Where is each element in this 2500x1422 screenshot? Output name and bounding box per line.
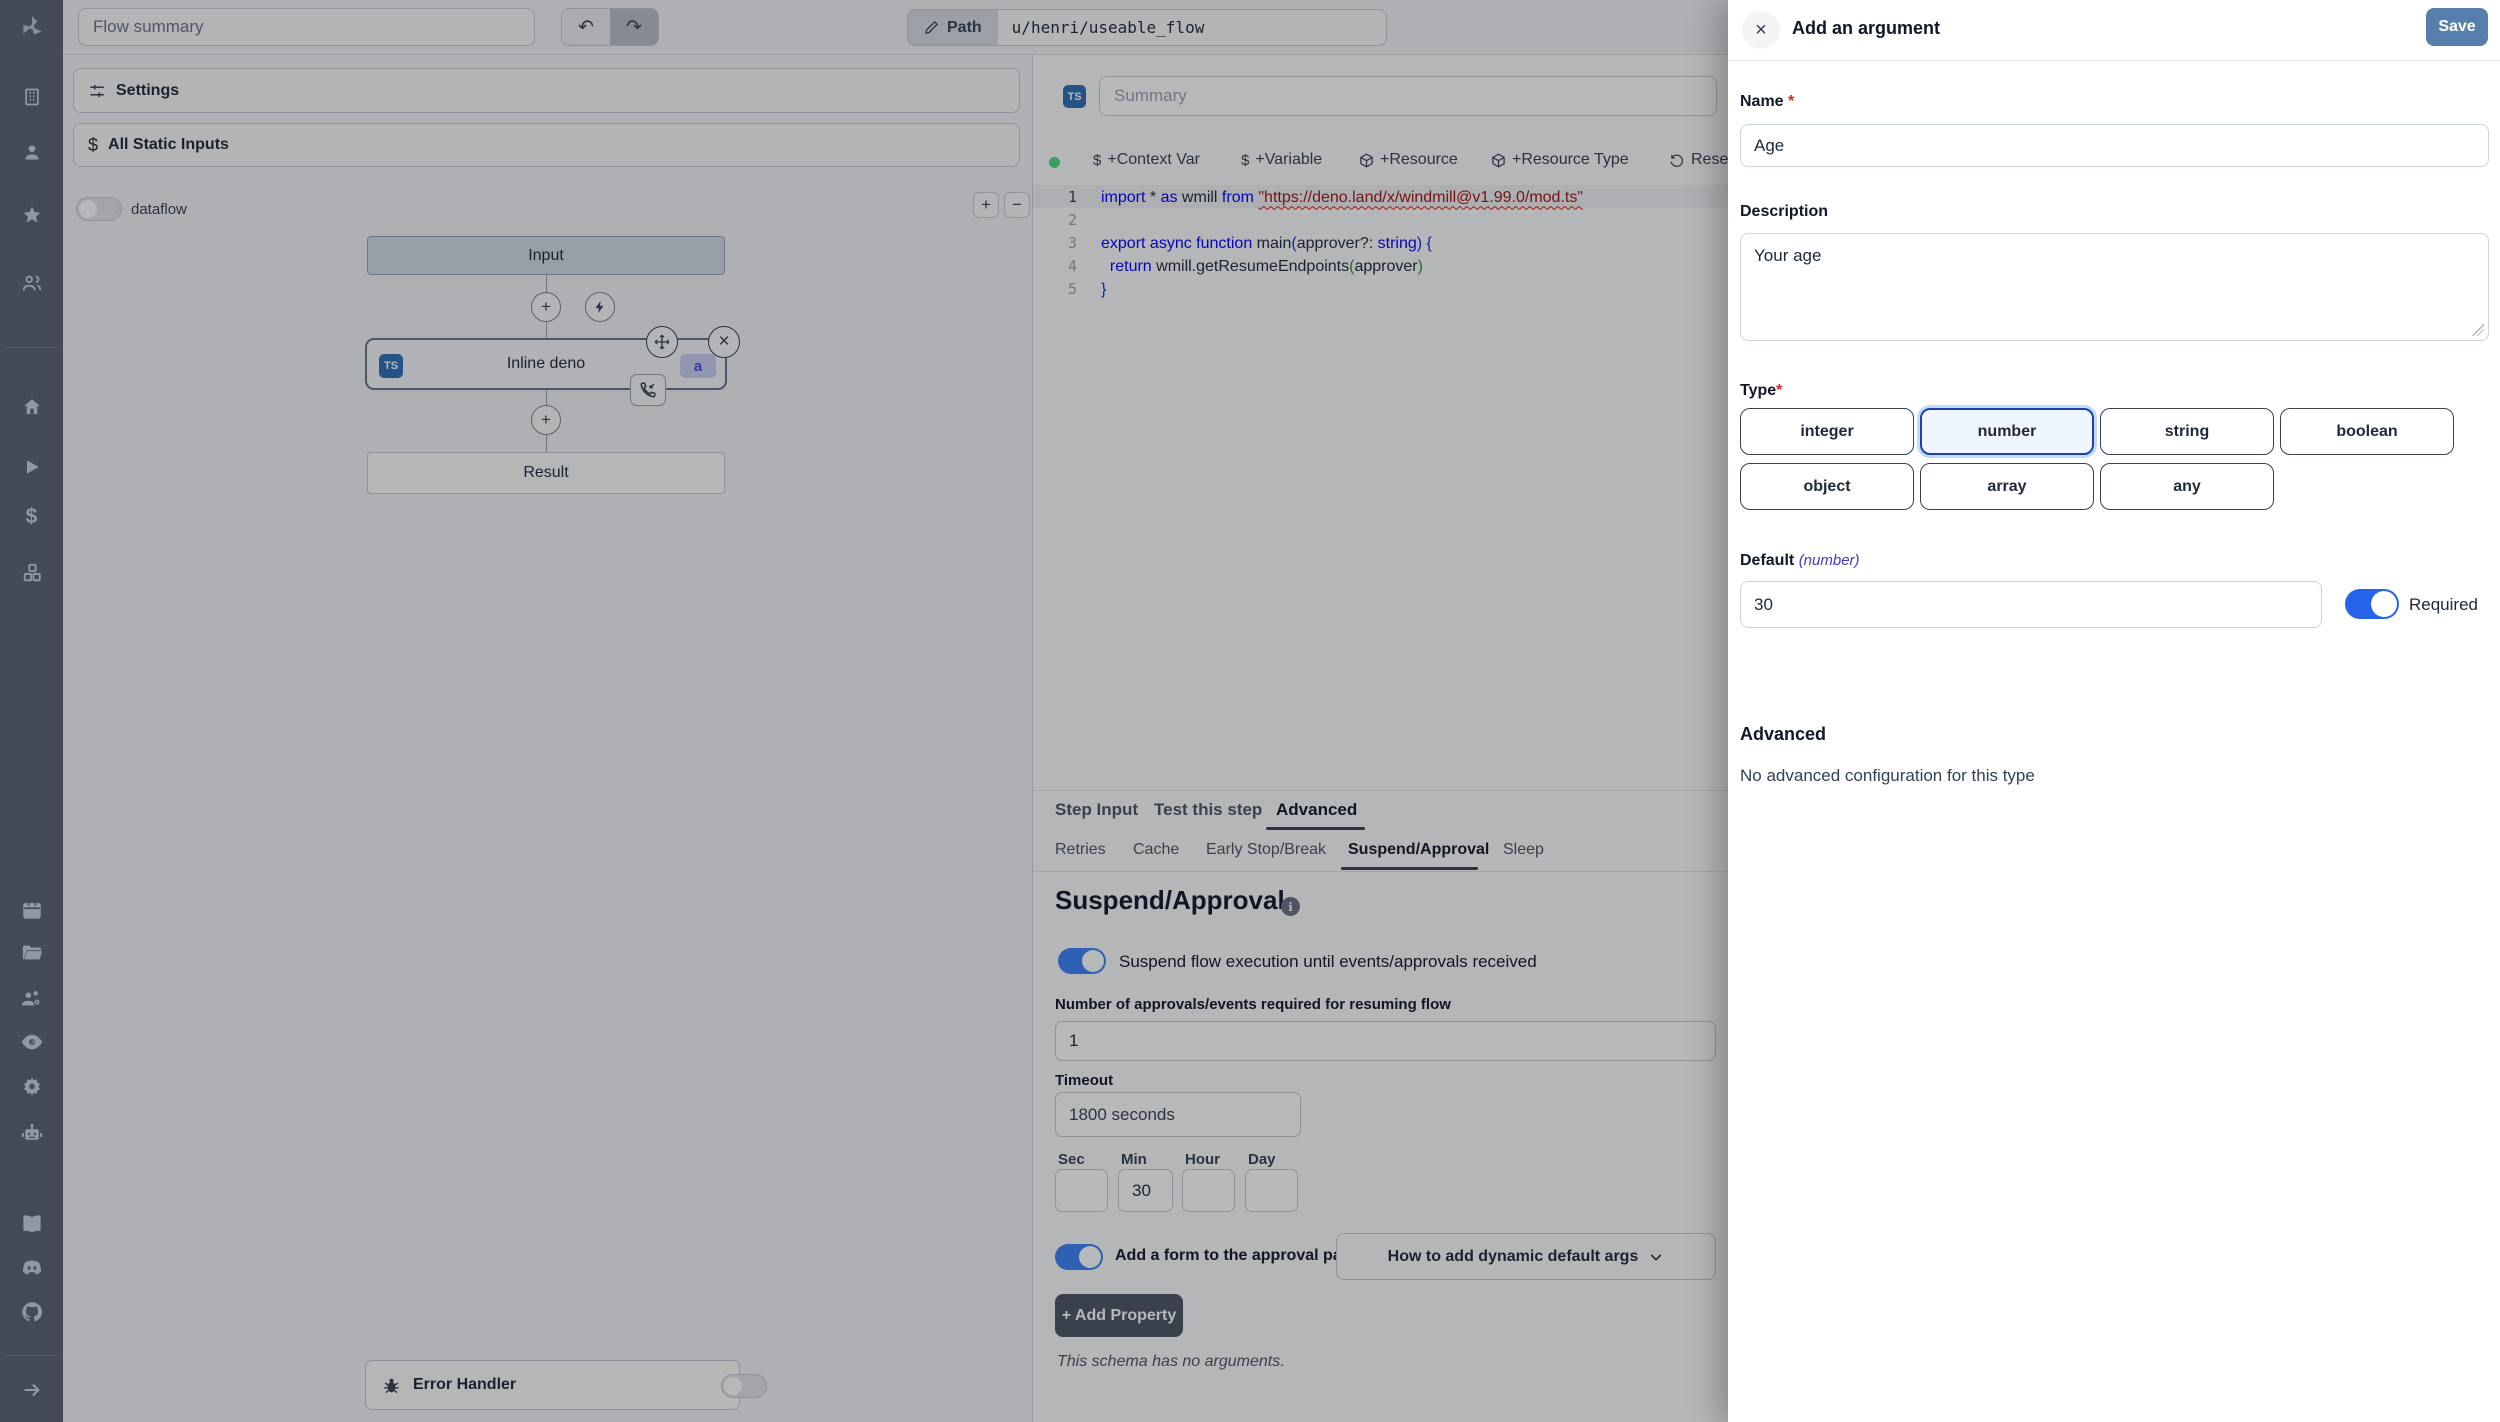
required-asterisk: * xyxy=(1776,382,1782,399)
type-button-array[interactable]: array xyxy=(1920,463,2094,510)
type-button-string[interactable]: string xyxy=(2100,408,2274,455)
type-button-number[interactable]: number xyxy=(1920,408,2094,455)
default-label: Default (number) xyxy=(1740,552,1860,570)
description-textarea[interactable]: Your age xyxy=(1740,233,2489,341)
name-input[interactable]: Age xyxy=(1740,124,2489,167)
close-drawer-button[interactable]: × xyxy=(1742,11,1780,49)
type-button-boolean[interactable]: boolean xyxy=(2280,408,2454,455)
advanced-heading: Advanced xyxy=(1740,724,1826,745)
type-button-integer[interactable]: integer xyxy=(1740,408,1914,455)
drawer-backdrop-overlay[interactable] xyxy=(0,0,1728,1422)
type-button-object[interactable]: object xyxy=(1740,463,1914,510)
divider xyxy=(1728,60,2500,61)
advanced-empty-text: No advanced configuration for this type xyxy=(1740,766,2035,786)
default-type-hint: (number) xyxy=(1799,552,1860,569)
save-button[interactable]: Save xyxy=(2426,8,2488,46)
name-label: Name * xyxy=(1740,93,1794,111)
resize-grip[interactable] xyxy=(2472,324,2484,336)
description-label: Description xyxy=(1740,203,1828,221)
windmill-flow-editor: Flow summary ↶ ↷ Path u/henri/useable_fl… xyxy=(0,0,2500,1422)
required-toggle[interactable] xyxy=(2345,589,2399,619)
type-label: Type* xyxy=(1740,382,1782,400)
type-button-any[interactable]: any xyxy=(2100,463,2274,510)
drawer-title: Add an argument xyxy=(1792,18,1940,39)
default-value-input[interactable]: 30 xyxy=(1740,581,2322,628)
add-argument-drawer: × Add an argument Save Name * Age Descri… xyxy=(1728,0,2500,1422)
required-toggle-label: Required xyxy=(2409,595,2478,615)
required-asterisk: * xyxy=(1788,93,1794,110)
